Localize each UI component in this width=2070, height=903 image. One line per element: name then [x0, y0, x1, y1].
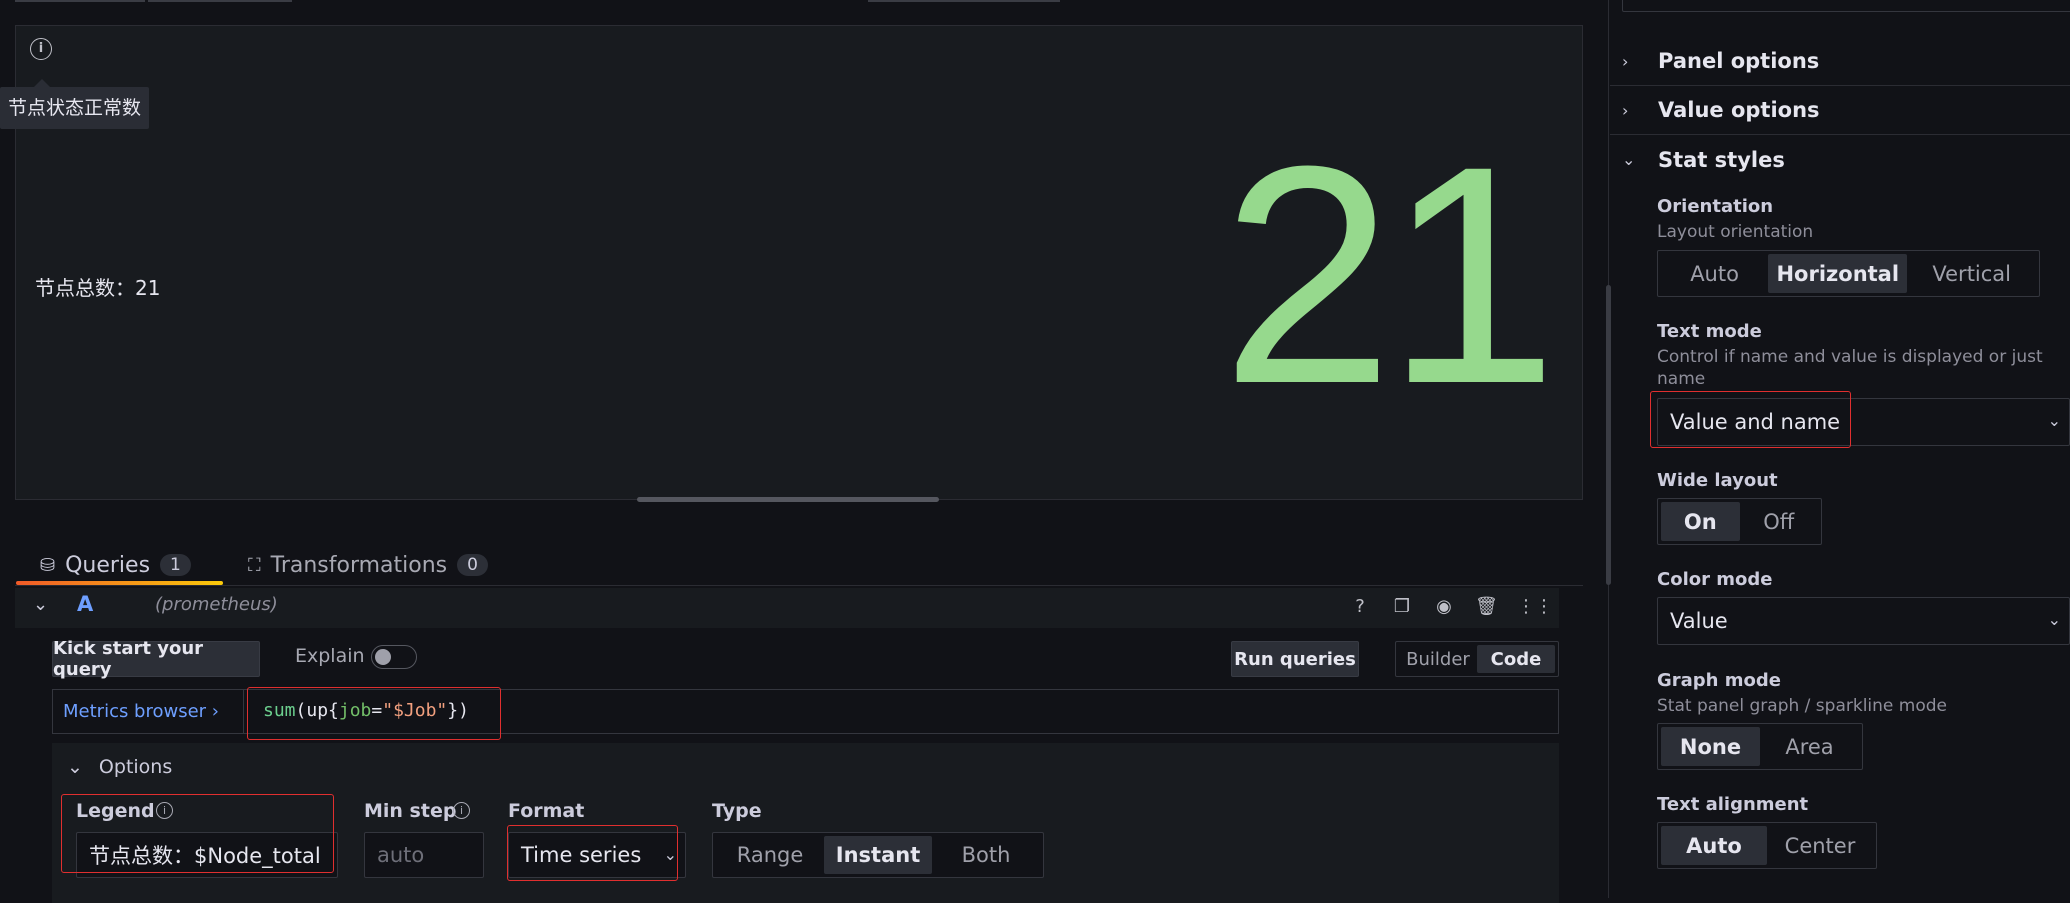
tab-queries[interactable]: ⛁ Queries 1 [40, 545, 191, 585]
color-mode-select[interactable]: Value ⌄ [1657, 597, 2070, 645]
run-queries-button[interactable]: Run queries [1231, 641, 1359, 677]
top-field[interactable] [1622, 0, 2070, 12]
graph-mode-area[interactable]: Area [1760, 727, 1859, 766]
wide-layout-on[interactable]: On [1661, 502, 1740, 541]
top-control[interactable] [868, 0, 1060, 2]
tab-divider [15, 585, 1583, 586]
chevron-right-icon: › [1622, 51, 1629, 71]
transform-icon: ⛶ [248, 554, 261, 576]
text-alignment-label: Text alignment [1657, 794, 1809, 815]
tab-transformations-count: 0 [457, 554, 488, 576]
tooltip-arrow [34, 79, 50, 87]
text-mode-highlight [1650, 391, 1851, 448]
scrollbar[interactable] [1606, 285, 1611, 585]
text-alignment-center[interactable]: Center [1767, 826, 1873, 865]
tab-transformations[interactable]: ⛶ Transformations 0 [248, 545, 488, 585]
chevron-down-icon: ⌄ [1622, 150, 1636, 169]
database-icon: ⛁ [40, 554, 56, 576]
wide-layout-off[interactable]: Off [1740, 502, 1819, 541]
tab-transformations-label: Transformations [270, 552, 448, 578]
top-control[interactable] [148, 0, 292, 2]
explain-label: Explain [295, 645, 365, 667]
kick-start-button[interactable]: Kick start your query [52, 638, 260, 680]
format-highlight [507, 825, 678, 881]
explain-toggle[interactable] [371, 645, 417, 669]
editor-mode-switch: Builder Code [1395, 641, 1559, 677]
section-title: Panel options [1658, 49, 1820, 73]
orientation-label: Orientation [1657, 196, 1774, 217]
chevron-down-icon: ⌄ [2047, 610, 2061, 629]
graph-mode-label: Graph mode [1657, 670, 1781, 691]
text-mode-desc: Control if name and value is displayed o… [1657, 347, 2043, 389]
query-ref-id[interactable]: A [77, 592, 93, 616]
orientation-desc: Layout orientation [1657, 222, 1814, 242]
tab-queries-count: 1 [160, 554, 191, 576]
options-toggle[interactable]: ⌄ Options [67, 756, 172, 778]
drag-handle-icon[interactable]: ⋮⋮ [1517, 596, 1553, 618]
format-label: Format [508, 800, 585, 822]
section-panel-options[interactable]: › Panel options [1610, 37, 2070, 86]
legend-highlight [61, 794, 334, 873]
wide-layout-label: Wide layout [1657, 470, 1778, 491]
chevron-right-icon: › [1622, 100, 1629, 120]
section-title: Stat styles [1658, 147, 1785, 172]
graph-mode-desc: Stat panel graph / sparkline mode [1657, 696, 1948, 716]
type-label: Type [712, 800, 762, 822]
active-tab-indicator [16, 581, 223, 585]
chevron-down-icon: ⌄ [67, 756, 83, 778]
type-both-button[interactable]: Both [932, 836, 1040, 874]
info-icon[interactable]: i [30, 38, 52, 60]
chevron-down-icon[interactable]: ⌄ [33, 594, 48, 615]
min-step-label: Min step [364, 800, 457, 822]
query-datasource: (prometheus) [155, 594, 278, 615]
stat-value: 21 [1221, 101, 1558, 448]
section-value-options[interactable]: › Value options [1610, 86, 2070, 135]
duplicate-icon[interactable]: ❐ [1391, 596, 1413, 618]
section-stat-styles[interactable]: ⌄ Stat styles [1610, 135, 2070, 184]
orientation-horizontal[interactable]: Horizontal [1768, 254, 1908, 293]
orientation-switch: Auto Horizontal Vertical [1657, 250, 2040, 297]
graph-mode-none[interactable]: None [1661, 727, 1760, 766]
text-mode-label: Text mode [1657, 321, 1762, 342]
query-row-header[interactable]: ⌄ A (prometheus) ? ❐ ◉ 🗑 ⋮⋮ [15, 588, 1559, 628]
eye-icon[interactable]: ◉ [1433, 596, 1455, 618]
color-mode-value: Value [1670, 609, 1728, 633]
text-alignment-auto[interactable]: Auto [1661, 826, 1767, 865]
divider [243, 690, 244, 733]
chevron-down-icon: ⌄ [2047, 411, 2061, 430]
type-range-button[interactable]: Range [716, 836, 824, 874]
code-highlight [247, 687, 501, 740]
wide-layout-switch: On Off [1657, 498, 1822, 545]
info-icon[interactable]: i [453, 802, 470, 819]
type-instant-button[interactable]: Instant [824, 836, 932, 874]
section-title: Value options [1658, 98, 1820, 122]
panel-description-tooltip: 节点状态正常数 [0, 87, 150, 129]
code-mode-button[interactable]: Code [1477, 645, 1555, 673]
pane-resize-handle[interactable] [637, 497, 939, 502]
help-icon[interactable]: ? [1349, 596, 1371, 618]
color-mode-label: Color mode [1657, 569, 1773, 590]
top-control[interactable] [15, 0, 145, 2]
graph-mode-switch: None Area [1657, 723, 1863, 770]
tab-queries-label: Queries [65, 552, 151, 578]
orientation-auto[interactable]: Auto [1661, 254, 1768, 293]
stat-series-name: 节点总数：21 [35, 276, 161, 300]
text-alignment-switch: Auto Center [1657, 822, 1877, 869]
metrics-browser-link[interactable]: Metrics browser › [63, 701, 219, 722]
orientation-vertical[interactable]: Vertical [1907, 254, 2036, 293]
min-step-input[interactable]: auto [364, 832, 484, 878]
trash-icon[interactable]: 🗑 [1475, 596, 1498, 618]
query-type-switch: Range Instant Both [712, 832, 1044, 878]
builder-mode-button[interactable]: Builder [1399, 645, 1477, 673]
